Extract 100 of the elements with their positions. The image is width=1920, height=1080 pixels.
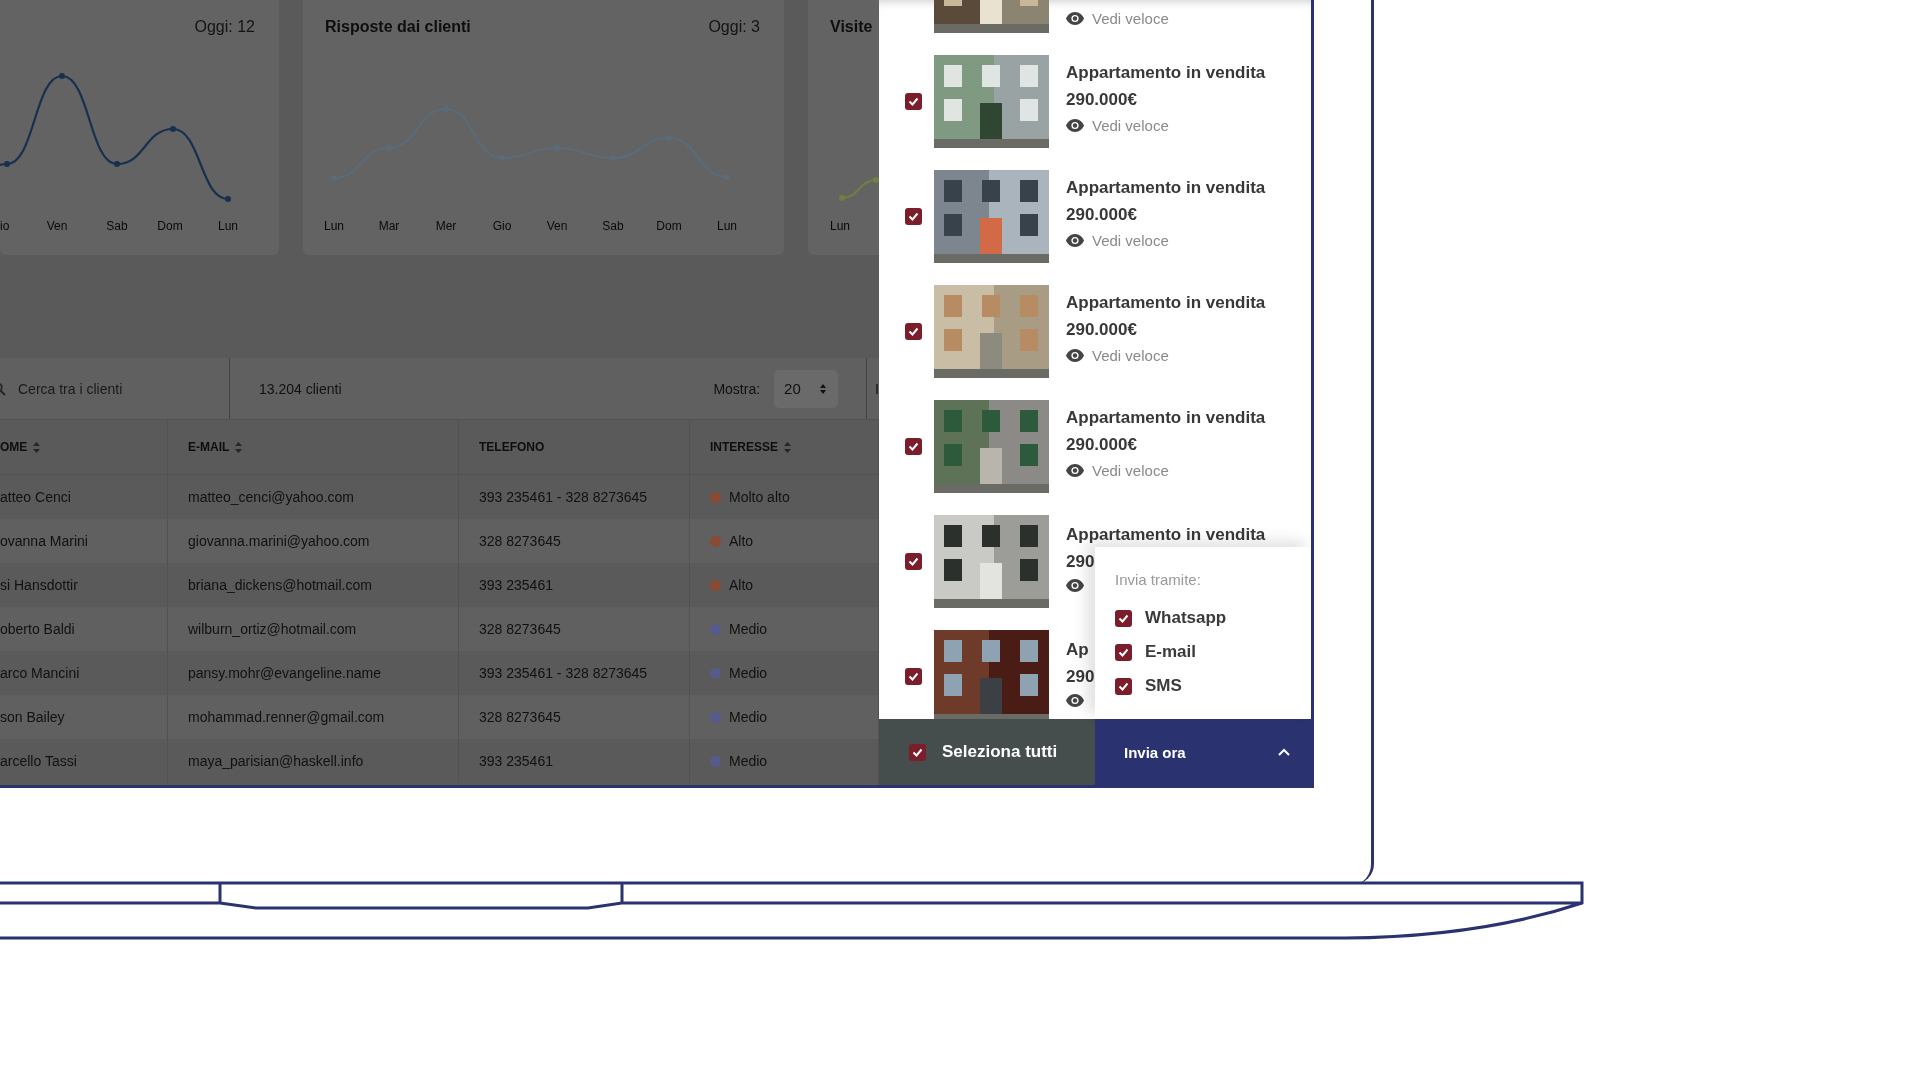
column-header[interactable]: TELEFONO: [459, 419, 690, 475]
listing-price: 290.000€: [1066, 435, 1137, 455]
listing-price: 290: [1066, 552, 1095, 572]
axis-label: Lun: [324, 219, 344, 233]
check-icon: [908, 557, 919, 566]
quick-view-link[interactable]: Vedi veloce: [1092, 462, 1169, 479]
select-all-label[interactable]: Seleziona tutti: [942, 742, 1058, 762]
table-cell: pansy.mohr@evangeline.name: [188, 665, 381, 681]
axis-label: Ven: [546, 219, 568, 233]
axis-label: Sab: [106, 219, 128, 233]
table-cell: ovanna Marini: [0, 533, 88, 549]
chevron-icon: [1278, 748, 1290, 756]
updown-icon: [820, 383, 827, 394]
listing-price: 290: [1066, 667, 1095, 687]
table-cell: Medio: [729, 621, 768, 637]
popup-label: Invia tramite:: [1115, 571, 1202, 588]
table-cell: maya_parisian@haskell.info: [188, 753, 364, 769]
check-icon: [1118, 613, 1129, 623]
channel-label[interactable]: E-mail: [1145, 642, 1197, 662]
table-cell: oberto Baldi: [0, 621, 75, 637]
check-icon: [1118, 681, 1129, 691]
axis-label: Dom: [157, 219, 183, 233]
axis-label: Mar: [378, 219, 400, 233]
axis-label: Ven: [46, 219, 68, 233]
table-cell: wilburn_ortiz@hotmail.com: [188, 621, 357, 637]
eye-icon: [1066, 579, 1084, 592]
client-count: 13.204 clienti: [259, 380, 342, 397]
table-cell: 393 235461: [479, 753, 553, 769]
quick-view-link[interactable]: Vedi veloce: [1092, 347, 1169, 364]
table-cell: Molto alto: [729, 489, 790, 505]
listing-title: Appartamento in vendita: [1066, 178, 1266, 198]
eye-icon: [1066, 694, 1084, 707]
line-chart-drawing: [839, 177, 879, 201]
check-icon: [908, 212, 919, 221]
axis-label: Dom: [656, 219, 682, 233]
table-cell: 393 235461 - 328 8273645: [479, 489, 648, 505]
table-cell: mohammad.renner@gmail.com: [188, 709, 385, 725]
channel-label[interactable]: Whatsapp: [1145, 608, 1227, 628]
table-cell: Alto: [729, 533, 754, 549]
listing-title: Appartamento in vendita: [1066, 408, 1266, 428]
checkbox[interactable]: [1115, 643, 1132, 661]
table-cell: 328 8273645: [479, 621, 561, 637]
table-cell: arco Mancini: [0, 665, 80, 681]
checkbox[interactable]: [905, 323, 922, 340]
chart-title: Risposte dai clienti: [325, 18, 471, 36]
checkbox[interactable]: [905, 438, 922, 455]
send-now-button[interactable]: Invia ora: [1095, 719, 1311, 785]
table-cell: atteo Cenci: [0, 489, 71, 505]
table-cell: Medio: [729, 709, 768, 725]
listing-title: Appartamento in vendita: [1066, 525, 1266, 545]
chart-title: Visite: [830, 18, 873, 36]
checkbox[interactable]: [909, 743, 926, 761]
checkbox[interactable]: [1115, 677, 1132, 695]
axis-label: io: [0, 219, 10, 233]
table-cell: 393 235461: [479, 577, 553, 593]
table-cell: Medio: [729, 665, 768, 681]
listing-price: 290.000€: [1066, 320, 1137, 340]
listing-price: 290.000€: [1066, 90, 1137, 110]
page-size-select[interactable]: 20: [774, 369, 839, 408]
check-icon: [908, 442, 919, 451]
axis-label: Sab: [602, 219, 624, 233]
eye-icon: [1066, 464, 1084, 477]
table-cell: briana_dickens@hotmail.com: [188, 577, 372, 593]
table-cell: 328 8273645: [479, 709, 561, 725]
channel-label[interactable]: SMS: [1145, 676, 1182, 696]
check-icon: [1118, 647, 1129, 657]
axis-label: Lun: [717, 219, 737, 233]
table-cell: 393 235461 - 328 8273645: [479, 665, 648, 681]
check-icon: [908, 97, 919, 106]
eye-icon: [1066, 12, 1084, 25]
column-header[interactable]: E-MAIL: [168, 419, 459, 475]
axis-label: Gio: [492, 219, 512, 233]
table-cell: giovanna.marini@yahoo.com: [188, 533, 370, 549]
listing-title: Ap: [1066, 640, 1089, 660]
listing-price: 290.000€: [1066, 205, 1137, 225]
checkbox[interactable]: [905, 553, 922, 570]
axis-label: Lun: [218, 219, 238, 233]
table-cell: 328 8273645: [479, 533, 561, 549]
checkbox[interactable]: [905, 668, 922, 685]
checkbox[interactable]: [1115, 609, 1132, 627]
column-header[interactable]: INTERESSE: [690, 419, 879, 475]
today-count: Oggi: 3: [708, 18, 760, 36]
check-icon: [912, 747, 923, 757]
quick-view-link[interactable]: Vedi veloce: [1092, 117, 1169, 134]
checkbox[interactable]: [905, 208, 922, 225]
table-cell: si Hansdottir: [0, 577, 78, 593]
quick-view-link[interactable]: Vedi veloce: [1092, 232, 1169, 249]
today-count: Oggi: 12: [194, 18, 255, 36]
checkbox[interactable]: [905, 93, 922, 110]
check-icon: [908, 327, 919, 336]
table-cell: Medio: [729, 753, 768, 769]
eye-icon: [1066, 349, 1084, 362]
eye-icon: [1066, 234, 1084, 247]
axis-label: Mer: [435, 219, 457, 233]
quick-view-link[interactable]: Vedi veloce: [1092, 10, 1169, 27]
show-label: Mostra:: [713, 380, 761, 397]
table-cell: son Bailey: [0, 709, 65, 725]
table-cell: Alto: [729, 577, 754, 593]
table-cell: matteo_cenci@yahoo.com: [188, 489, 354, 505]
listing-title: Appartamento in vendita: [1066, 63, 1266, 83]
